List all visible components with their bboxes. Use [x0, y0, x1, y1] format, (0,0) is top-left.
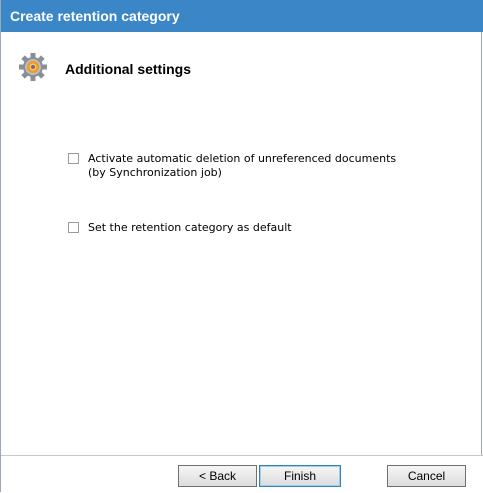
auto-deletion-option[interactable]: Activate automatic deletion of unreferen… [68, 152, 396, 180]
create-retention-category-dialog: Create retention category Additional set… [0, 0, 483, 493]
dialog-title: Create retention category [10, 8, 180, 24]
dialog-footer: < Back Finish Cancel [1, 455, 483, 493]
gear-icon [19, 53, 47, 81]
auto-deletion-label-line2: (by Synchronization job) [88, 166, 222, 179]
default-category-checkbox[interactable] [68, 222, 79, 233]
wizard-header: Additional settings [1, 32, 483, 92]
section-title: Additional settings [65, 61, 191, 77]
default-category-option[interactable]: Set the retention category as default [68, 221, 292, 235]
auto-deletion-label-line1: Activate automatic deletion of unreferen… [88, 152, 397, 165]
back-button[interactable]: < Back [178, 465, 257, 487]
auto-deletion-label: Activate automatic deletion of unreferen… [88, 152, 396, 180]
dialog-title-bar: Create retention category [1, 0, 483, 32]
cancel-button[interactable]: Cancel [387, 465, 466, 487]
finish-button[interactable]: Finish [259, 465, 341, 487]
auto-deletion-checkbox[interactable] [68, 153, 79, 164]
default-category-label: Set the retention category as default [88, 221, 292, 234]
